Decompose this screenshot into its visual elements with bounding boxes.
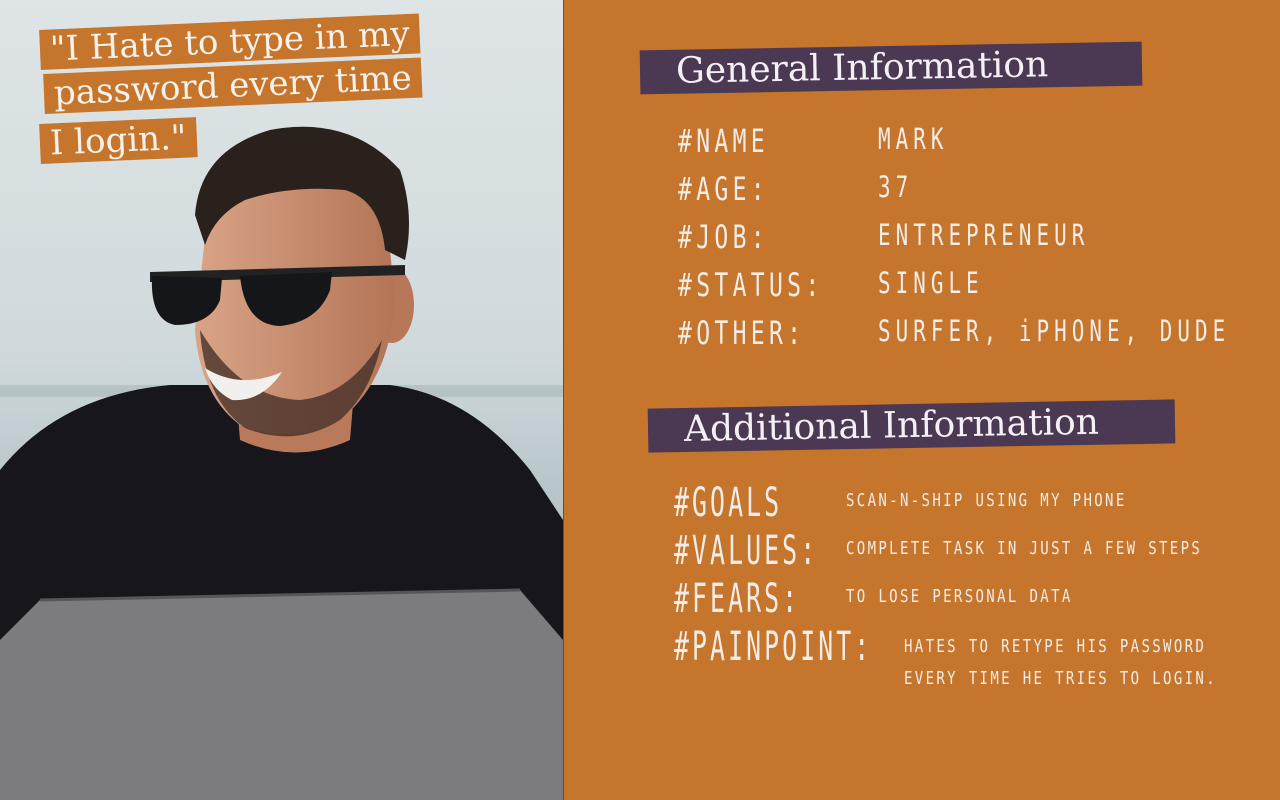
info-value: MARK bbox=[878, 122, 949, 156]
additional-information-heading: Additional Information bbox=[647, 399, 1176, 453]
additional-value: To lose personal data bbox=[846, 586, 1073, 607]
info-value: SURFER, iPHONE, DUDE bbox=[878, 314, 1231, 348]
portrait-illustration bbox=[0, 0, 563, 800]
additional-value-continued: every time he tries to login. bbox=[904, 668, 1217, 689]
additional-value: hates to retype his password bbox=[904, 636, 1207, 657]
persona-photo: "I Hate to type in my password every tim… bbox=[0, 0, 564, 800]
additional-value: complete task in just a few steps bbox=[846, 538, 1203, 559]
info-label: #OTHER: bbox=[678, 314, 806, 352]
info-label: #AGE: bbox=[678, 170, 769, 208]
additional-label: #VALUES: bbox=[674, 528, 819, 574]
info-label: #NAME bbox=[678, 122, 769, 160]
additional-label: #GOALS bbox=[674, 480, 783, 526]
general-information-heading: General Information bbox=[639, 41, 1143, 95]
info-label: #STATUS: bbox=[678, 266, 824, 304]
additional-label: #PAINPOINT: bbox=[674, 624, 873, 670]
info-label: #JOB: bbox=[678, 218, 769, 256]
info-value: ENTREPRENEUR bbox=[878, 218, 1090, 252]
quote-line-3: I login." bbox=[39, 117, 198, 164]
additional-label: #FEARS: bbox=[674, 576, 801, 622]
info-value: 37 bbox=[878, 170, 914, 204]
info-value: SINGLE bbox=[878, 266, 984, 300]
additional-value: scan-n-ship using my phone bbox=[846, 490, 1127, 511]
